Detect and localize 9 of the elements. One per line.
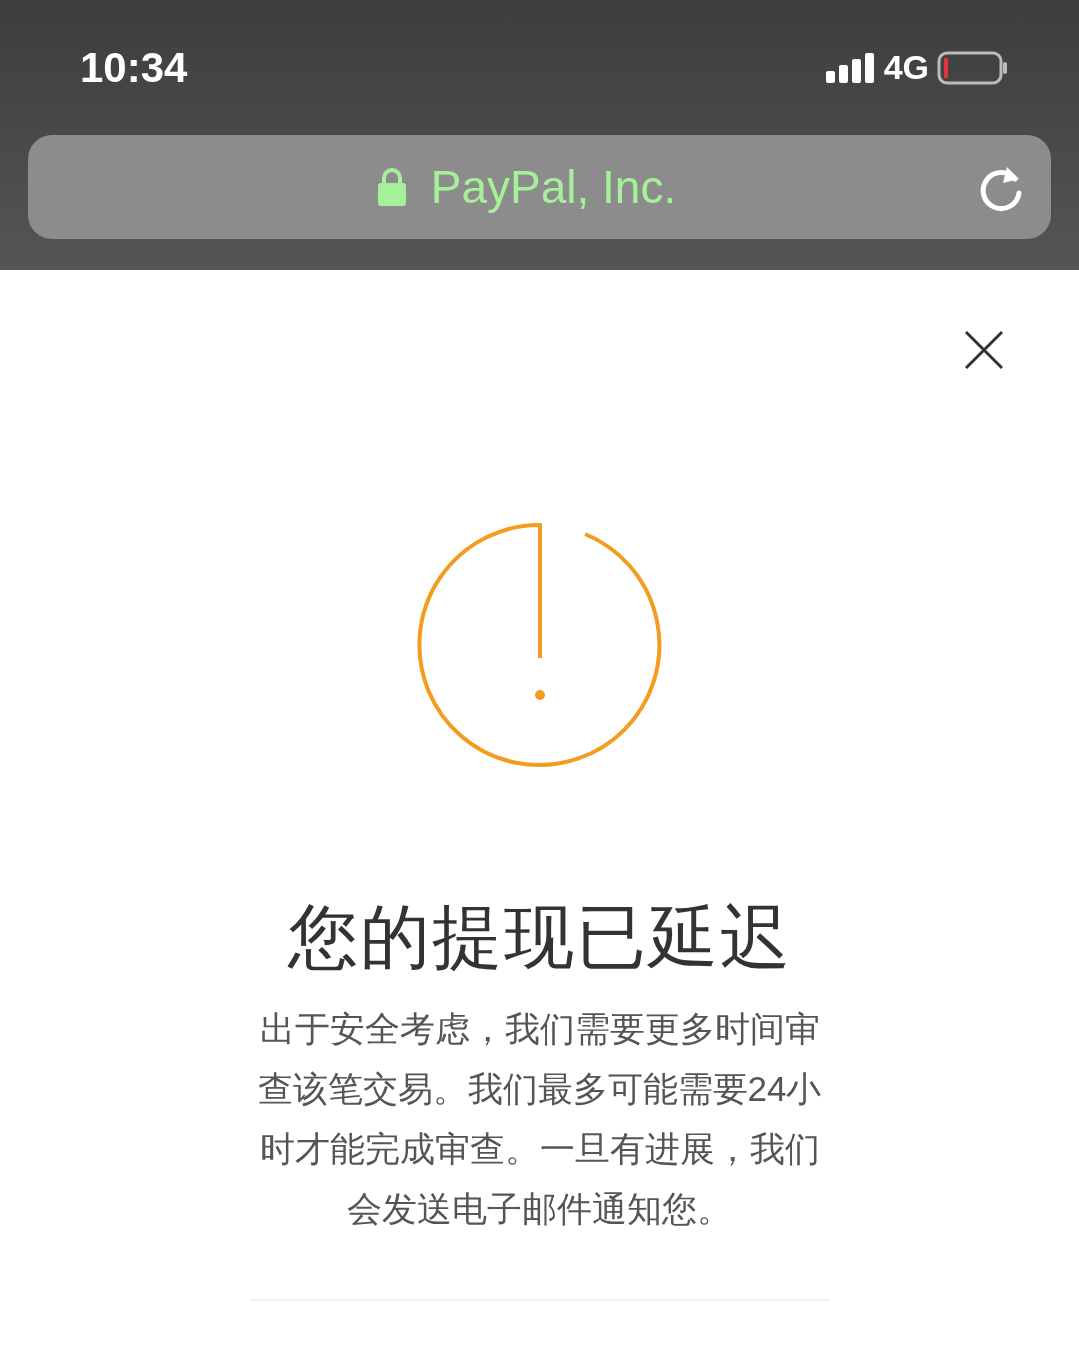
close-icon[interactable] <box>964 330 1004 370</box>
signal-icon <box>825 52 876 83</box>
network-type: 4G <box>883 47 929 88</box>
site-name: PayPal, Inc. <box>430 159 677 215</box>
status-time: 10:34 <box>80 43 188 93</box>
dialog-title: 您的提现已延迟 <box>287 897 792 978</box>
battery-icon <box>937 50 1009 85</box>
dialog-message: 出于安全考虑，我们需要更多时间审查该笔交易。我们最多可能需要24小时才能完成审查。一旦有进展，我们会发送电子邮件通知您。 <box>256 1008 823 1230</box>
lock-icon <box>376 167 407 207</box>
